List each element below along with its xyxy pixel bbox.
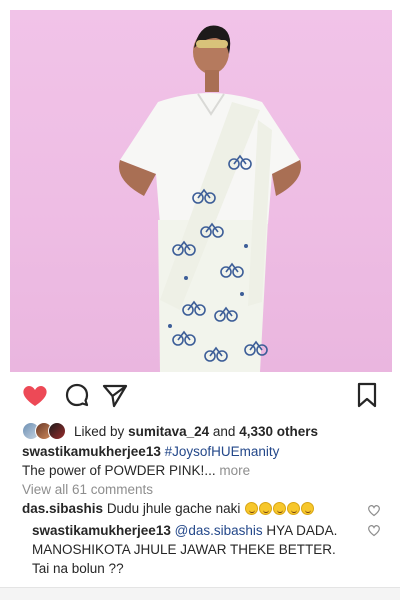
reply-mention[interactable]: @das.sibashis (175, 523, 263, 538)
bottom-edge (0, 587, 400, 600)
caption-text: The power of POWDER PINK! (22, 463, 205, 478)
liker-avatars[interactable] (22, 422, 68, 440)
reply-like-heart-icon[interactable] (367, 523, 381, 537)
likes-others-count[interactable]: 4,330 others (239, 424, 318, 439)
comment: das.sibashis Dudu jhule gache naki (22, 500, 315, 518)
face-with-tears-of-joy-icon (287, 502, 301, 515)
caption-body: The power of POWDER PINK!... more (22, 462, 250, 480)
likes-joiner: and (212, 423, 236, 439)
caption-hashtag[interactable]: #JoysofHUEmanity (165, 444, 280, 459)
reply-text-line1: HYA DADA. (266, 523, 338, 538)
caption-ellipsis: ... (204, 463, 216, 478)
caption-more-link[interactable]: more (219, 463, 250, 478)
face-with-tears-of-joy-icon (259, 502, 273, 515)
woman-in-saree-illustration (119, 25, 301, 372)
avatar (48, 422, 66, 440)
face-with-tears-of-joy-icon (301, 502, 315, 515)
post-photo[interactable] (10, 10, 392, 372)
post-action-bar (10, 380, 392, 414)
face-with-tears-of-joy-icon (245, 502, 259, 515)
reply-text-line3: Tai na bolun ?? (32, 561, 124, 576)
comment-bubble-icon[interactable] (62, 380, 92, 410)
caption-username[interactable]: swastikamukherjee13 (22, 444, 161, 459)
comment-like-heart-icon[interactable] (367, 503, 381, 517)
heart-filled-icon[interactable] (20, 380, 50, 410)
comment-reply: swastikamukherjee13 @das.sibashis HYA DA… (32, 521, 337, 578)
reply-text-line2: MANOSHIKOTA JHULE JAWAR THEKE BETTER. (32, 542, 336, 557)
comment-username[interactable]: das.sibashis (22, 501, 103, 516)
share-paper-plane-icon[interactable] (100, 380, 130, 410)
likes-summary: Liked by sumitava_24 and 4,330 others (22, 420, 318, 442)
face-with-tears-of-joy-icon (273, 502, 287, 515)
view-all-comments-link[interactable]: View all 61 comments (22, 481, 153, 499)
comment-text: Dudu jhule gache naki (106, 501, 241, 516)
likes-prefix: Liked by (74, 423, 125, 439)
bookmark-icon[interactable] (352, 380, 382, 410)
reply-username[interactable]: swastikamukherjee13 (32, 523, 171, 538)
liker-username[interactable]: sumitava_24 (128, 424, 209, 439)
caption-header: swastikamukherjee13 #JoysofHUEmanity (22, 443, 279, 461)
